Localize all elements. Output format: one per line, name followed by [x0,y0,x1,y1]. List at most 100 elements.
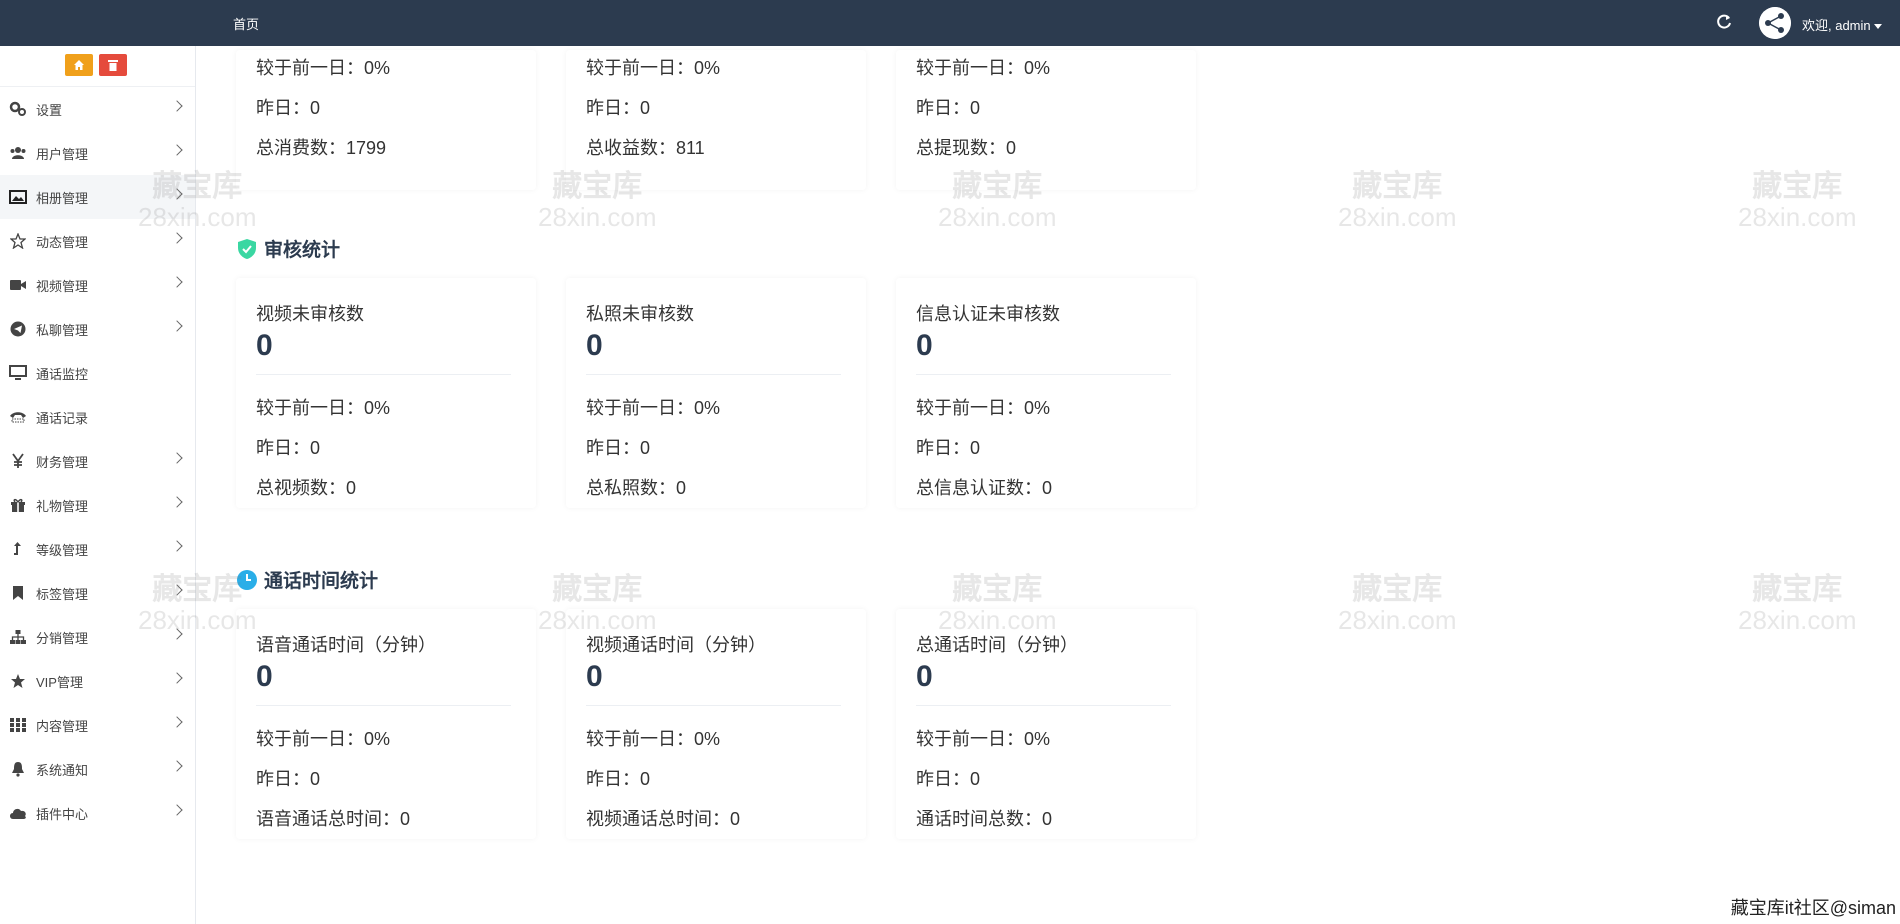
sidebar-item[interactable]: 分销管理 [0,615,195,659]
stat-total: 总提现数：0 [916,138,1017,158]
chevron-right-icon [171,628,183,640]
section-title-text: 通话时间统计 [264,571,379,592]
sidebar-item[interactable]: 通话记录 [0,395,195,439]
sidebar-item-label: 视频管理 [36,278,89,294]
level-up-icon [8,539,28,559]
sidebar-item[interactable]: 视频管理 [0,263,195,307]
sidebar-item-label: 相册管理 [36,190,89,206]
divider [916,374,1171,375]
review-section-title: 审核统计 [236,235,340,262]
divider [916,705,1171,706]
sidebar-item[interactable]: 设置 [0,87,195,131]
sidebar-item[interactable]: 用户管理 [0,131,195,175]
chevron-right-icon [171,276,183,288]
cloud-icon [8,803,28,823]
monitor-icon [8,363,28,383]
gift-icon [8,495,28,515]
sitemap-icon [8,627,28,647]
stat-label: 私照未审核数 [586,304,694,324]
sidebar-item[interactable]: 系统通知 [0,747,195,791]
sidebar-item-label: 动态管理 [36,234,89,250]
users-icon [8,143,28,163]
stat-label: 视频通话时间（分钟） [586,635,766,655]
stat-total: 总私照数：0 [586,478,687,498]
chevron-right-icon [171,496,183,508]
welcome-text: 欢迎, admin [1802,18,1871,33]
section-title-text: 审核统计 [264,240,341,261]
chevron-right-icon [171,232,183,244]
stat-total: 视频通话总时间：0 [586,809,741,829]
stat-yesterday: 昨日：0 [586,769,651,789]
stat-total: 总消费数：1799 [256,138,387,158]
stat-total: 通话时间总数：0 [916,809,1053,829]
stat-compare: 较于前一日：0% [256,58,391,78]
sidebar-item[interactable]: 礼物管理 [0,483,195,527]
home-icon [74,60,84,70]
caret-down-icon [1873,24,1882,30]
delete-button[interactable] [99,54,127,76]
stat-card: 较于前一日：0% 昨日：0 总提现数：0 [896,50,1196,190]
sidebar-item[interactable]: 相册管理 [0,175,195,219]
divider [586,705,841,706]
stat-card: 总通话时间（分钟） 0 较于前一日：0% 昨日：0 通话时间总数：0 [896,609,1196,839]
star-icon [8,671,28,691]
user-menu[interactable]: 欢迎, admin [1802,15,1882,34]
divider [256,374,511,375]
stat-total: 语音通话总时间：0 [256,809,411,829]
stat-compare: 较于前一日：0% [916,729,1051,749]
stat-card: 视频通话时间（分钟） 0 较于前一日：0% 昨日：0 视频通话总时间：0 [566,609,866,839]
stat-card: 较于前一日：0% 昨日：0 总收益数：811 [566,50,866,190]
sidebar-item-label: 设置 [36,102,63,118]
stat-yesterday: 昨日：0 [586,98,651,118]
home-button[interactable] [65,54,93,76]
stat-card: 语音通话时间（分钟） 0 较于前一日：0% 昨日：0 语音通话总时间：0 [236,609,536,839]
stat-card: 信息认证未审核数 0 较于前一日：0% 昨日：0 总信息认证数：0 [896,278,1196,508]
stat-total: 总收益数：811 [586,138,705,158]
stat-label: 视频未审核数 [256,304,364,324]
sidebar-item[interactable]: 标签管理 [0,571,195,615]
sidebar-item-label: 财务管理 [36,454,89,470]
tab-home[interactable]: 首页 [233,14,259,33]
divider [586,374,841,375]
sidebar-item-label: 标签管理 [36,586,89,602]
chevron-right-icon [171,804,183,816]
stat-yesterday: 昨日：0 [256,438,321,458]
sidebar-item[interactable]: 私聊管理 [0,307,195,351]
stat-yesterday: 昨日：0 [256,769,321,789]
stat-value: 0 [586,329,603,362]
stat-compare: 较于前一日：0% [256,398,391,418]
chevron-right-icon [171,672,183,684]
stat-value: 0 [916,660,933,693]
sidebar-menu: 设置用户管理相册管理动态管理视频管理私聊管理通话监控 通话记录财务管理礼物管理 等级… [0,87,195,835]
stat-yesterday: 昨日：0 [916,769,981,789]
bell-icon [8,759,28,779]
sidebar-item-label: 私聊管理 [36,322,89,338]
sidebar-item[interactable]: 财务管理 [0,439,195,483]
stat-compare: 较于前一日：0% [916,58,1051,78]
stat-label: 总通话时间（分钟） [916,635,1078,655]
stat-value: 0 [256,329,273,362]
sidebar-item-label: 分销管理 [36,630,89,646]
chevron-right-icon [171,100,183,112]
sidebar-item[interactable]: VIP管理 [0,659,195,703]
sidebar-item[interactable]: 动态管理 [0,219,195,263]
sidebar-item[interactable]: 内容管理 [0,703,195,747]
sidebar-item[interactable]: 等级管理 [0,527,195,571]
chevron-right-icon [171,584,183,596]
chevron-right-icon [171,540,183,552]
refresh-icon[interactable] [1714,12,1734,32]
stat-compare: 较于前一日：0% [586,398,721,418]
sidebar-item[interactable]: 通话监控 [0,351,195,395]
sidebar-item[interactable]: 插件中心 [0,791,195,835]
dashboard-main: 较于前一日：0% 昨日：0 总消费数：1799 较于前一日：0% 昨日：0 总收益数：81… [196,46,1900,924]
stat-label: 语音通话时间（分钟） [256,635,436,655]
divider [256,705,511,706]
sidebar: 设置用户管理相册管理动态管理视频管理私聊管理通话监控 通话记录财务管理礼物管理 等级… [0,46,196,924]
sidebar-item-label: VIP管理 [36,674,83,690]
avatar[interactable] [1759,7,1791,39]
stat-compare: 较于前一日：0% [256,729,391,749]
stat-card: 较于前一日：0% 昨日：0 总消费数：1799 [236,50,536,190]
stat-value: 0 [256,660,273,693]
sidebar-item-label: 用户管理 [36,146,89,162]
stat-yesterday: 昨日：0 [256,98,321,118]
